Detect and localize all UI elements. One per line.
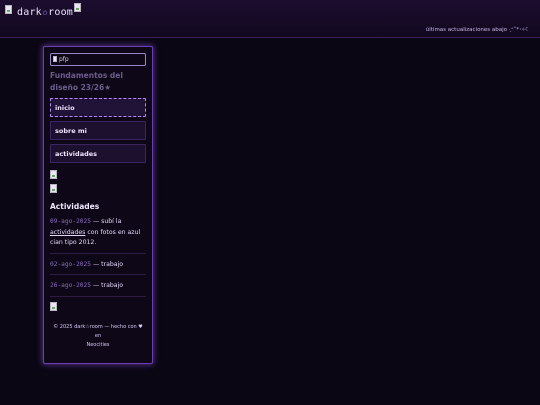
- broken-image-icon: [5, 5, 12, 14]
- broken-image-icon: [50, 301, 57, 311]
- status-text: Fundamentos del diseño 23/26★: [50, 71, 123, 92]
- activity-item: 09-ago-2025 — subí la actividades con fo…: [50, 217, 146, 254]
- activity-date: 26-ago-2025: [50, 282, 91, 289]
- activity-text: — trabajo: [92, 260, 124, 268]
- neocities-link[interactable]: Neocities: [50, 341, 146, 350]
- activity-date: 02-ago-2025: [50, 260, 91, 268]
- top-bar: dark✩room últimas actualizaciones abajo …: [0, 0, 540, 38]
- activities-link[interactable]: actividades: [50, 229, 85, 236]
- activities-title: Actividades: [50, 202, 100, 211]
- activity-text: — subí la: [92, 218, 122, 225]
- broken-image-icon: [50, 170, 57, 179]
- brand-name: dark: [17, 7, 42, 18]
- site-brand[interactable]: dark✩room: [17, 7, 73, 18]
- nav-sobre-mi[interactable]: sobre mi: [50, 121, 146, 140]
- broken-image-icon: [53, 56, 57, 62]
- image-placeholder: [50, 301, 146, 311]
- broken-image-icon: [74, 3, 81, 12]
- footer: © 2025 dark☆room — hecho con ♥ en Neocit…: [50, 323, 146, 350]
- brand-suffix: room: [48, 7, 74, 18]
- activity-date: 09-ago-2025: [50, 218, 91, 225]
- sidebar: pfp Fundamentos del diseño 23/26★ inicio…: [43, 46, 153, 364]
- broken-image-icon: [50, 184, 57, 193]
- profile-picture: pfp: [50, 53, 146, 66]
- update-note: últimas actualizaciones abajo ·͙⁺˚*･༓☾: [425, 27, 530, 33]
- nav-actividades[interactable]: actividades: [50, 144, 146, 163]
- nav-inicio[interactable]: inicio: [50, 98, 146, 117]
- image-placeholder: [50, 170, 146, 179]
- image-placeholder: [50, 184, 146, 193]
- activity-text: — trabajo: [92, 282, 124, 289]
- activity-item: 02-ago-2025 — trabajo: [50, 260, 146, 275]
- footer-line: © 2025 dark☆room — hecho con ♥ en: [53, 323, 143, 339]
- activity-item: 26-ago-2025 — trabajo: [50, 281, 146, 297]
